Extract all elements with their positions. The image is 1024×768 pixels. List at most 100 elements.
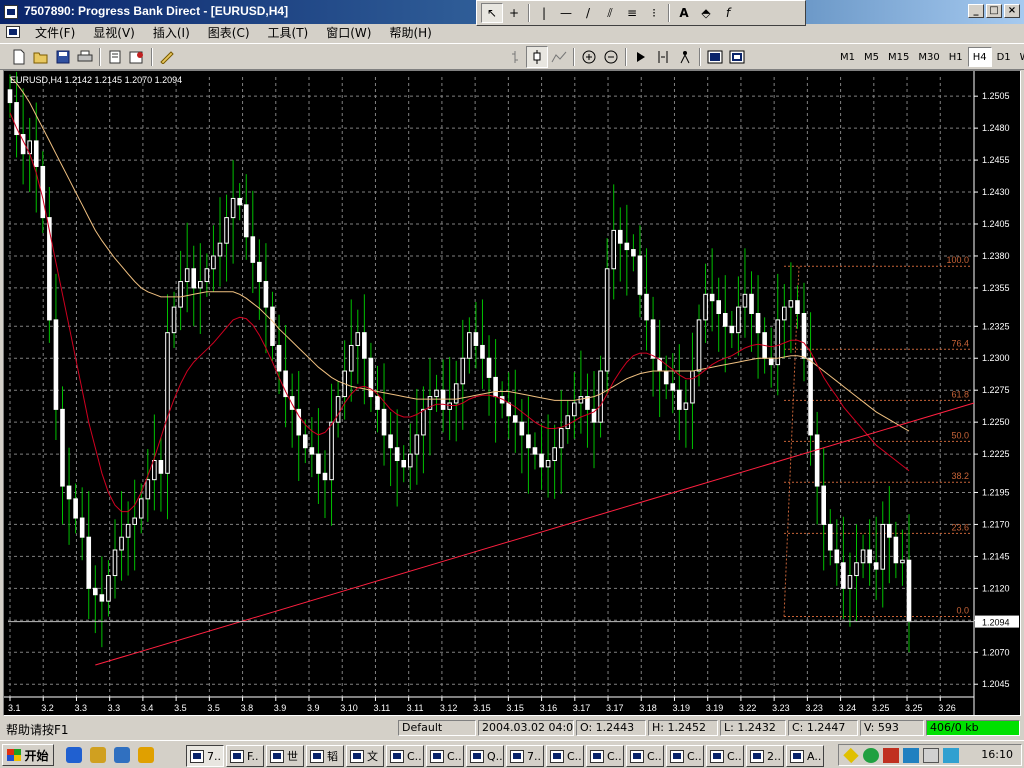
- taskbar-button[interactable]: C..: [666, 745, 704, 767]
- timeframe-m1[interactable]: M1: [836, 47, 859, 67]
- timeframe-m5[interactable]: M5: [860, 47, 883, 67]
- candlestick-chart-icon[interactable]: [526, 46, 548, 68]
- bar-chart-icon[interactable]: [504, 46, 526, 68]
- chart-canvas[interactable]: 100.0 76.4 61.8 50.0 38.2 23.6 0.0 1.2505 1.248…: [4, 71, 1020, 715]
- timeframe-m15[interactable]: M15: [884, 47, 913, 67]
- time-tick-label: 3.8: [241, 703, 254, 713]
- vertical-line-icon[interactable]: |: [533, 3, 555, 23]
- expert-advisor-icon[interactable]: [156, 46, 178, 68]
- candle-body: [565, 415, 571, 430]
- menu-insert[interactable]: 插入(I): [144, 24, 199, 41]
- menu-view[interactable]: 显视(V): [84, 24, 144, 41]
- menu-tools[interactable]: 工具(T): [259, 24, 318, 41]
- network-icon[interactable]: [843, 747, 859, 764]
- gann-icon[interactable]: ⁝: [643, 3, 665, 23]
- outlook-icon[interactable]: [114, 747, 130, 763]
- maximize-button[interactable]: □: [986, 4, 1002, 18]
- print-preview-icon[interactable]: [104, 46, 126, 68]
- document-icon[interactable]: [6, 26, 20, 38]
- candle-body: [355, 332, 361, 346]
- price-tick-label: 1.2455: [982, 155, 1010, 165]
- window-icon: [670, 749, 684, 763]
- print-icon[interactable]: [74, 46, 96, 68]
- start-button[interactable]: 开始: [2, 744, 54, 766]
- window-icon: [710, 749, 724, 763]
- taskbar-button[interactable]: C..: [546, 745, 584, 767]
- chat-icon[interactable]: [883, 748, 899, 763]
- taskbar-button[interactable]: Q..: [466, 745, 504, 767]
- ie-icon[interactable]: [66, 747, 82, 763]
- taskbar-button[interactable]: F..: [226, 745, 264, 767]
- auto-scroll-icon[interactable]: [652, 46, 674, 68]
- taskbar-button[interactable]: 世: [266, 745, 304, 767]
- fibonacci-icon[interactable]: ≡: [621, 3, 643, 23]
- timeframe-d1[interactable]: D1: [993, 47, 1015, 67]
- candle-body: [66, 485, 72, 500]
- taskbar-button[interactable]: C..: [626, 745, 664, 767]
- arrow-label-icon[interactable]: ⬘: [695, 3, 717, 23]
- new-file-icon[interactable]: [8, 46, 30, 68]
- zoom-in-icon[interactable]: [578, 46, 600, 68]
- taskbar-button[interactable]: A..: [786, 745, 824, 767]
- app-icon[interactable]: [4, 5, 18, 19]
- price-tick-label: 1.2275: [982, 385, 1010, 395]
- menu-window[interactable]: 窗口(W): [317, 24, 380, 41]
- timeframe-h4[interactable]: H4: [967, 47, 992, 67]
- taskbar-button[interactable]: 7..: [186, 745, 224, 767]
- taskbar-button[interactable]: C..: [426, 745, 464, 767]
- candle-body: [47, 217, 52, 321]
- taskbar-button-label: A..: [807, 749, 822, 763]
- taskbar-button[interactable]: C..: [586, 745, 624, 767]
- menu-charts[interactable]: 图表(C): [199, 24, 259, 41]
- taskbar-button[interactable]: C..: [706, 745, 744, 767]
- templates-icon[interactable]: [726, 46, 748, 68]
- menu-help[interactable]: 帮助(H): [380, 24, 440, 41]
- candle-body: [138, 498, 144, 519]
- zoom-out-icon[interactable]: [600, 46, 622, 68]
- menu-file[interactable]: 文件(F): [26, 24, 84, 41]
- line-chart-icon[interactable]: [548, 46, 570, 68]
- price-chart[interactable]: 100.0 76.4 61.8 50.0 38.2 23.6 0.0 1.2505 1.248…: [3, 70, 1021, 716]
- taskbar-button[interactable]: C..: [386, 745, 424, 767]
- profile-field[interactable]: Default: [398, 720, 476, 736]
- taskbar-button[interactable]: 文: [346, 745, 384, 767]
- quicklaunch-icon[interactable]: [138, 747, 154, 763]
- timeframe-w1[interactable]: W1: [1016, 47, 1024, 67]
- terminal-icon[interactable]: [943, 748, 959, 763]
- taskbar-button[interactable]: 7..: [506, 745, 544, 767]
- open-field: O: 1.2443: [576, 720, 646, 736]
- text-tool-icon[interactable]: A: [673, 3, 695, 23]
- antivirus-icon[interactable]: [863, 748, 879, 763]
- chart-shift-icon[interactable]: [630, 46, 652, 68]
- timeframe-h1[interactable]: H1: [945, 47, 967, 67]
- candle-body: [887, 523, 892, 538]
- period-icon[interactable]: [704, 46, 726, 68]
- file-tools: [8, 46, 178, 68]
- close-button[interactable]: ×: [1004, 4, 1020, 18]
- timeframe-m30[interactable]: M30: [914, 47, 943, 67]
- main-toolbar: M1 M5 M15 M30 H1 H4 D1 W1: [0, 43, 1024, 70]
- volume-icon[interactable]: [923, 748, 939, 763]
- datetime-field: 2004.03.02 04:00: [478, 720, 574, 736]
- properties-icon[interactable]: [126, 46, 148, 68]
- candle-body: [93, 587, 98, 596]
- candle-body: [736, 306, 741, 334]
- horizontal-line-icon[interactable]: —: [555, 3, 577, 23]
- folder-icon[interactable]: [90, 747, 106, 763]
- candle-body: [125, 523, 131, 538]
- indicators-list-icon[interactable]: [674, 46, 696, 68]
- monitor-icon[interactable]: [903, 748, 919, 763]
- open-folder-icon[interactable]: [30, 46, 52, 68]
- candle-body: [447, 402, 452, 410]
- crosshair-icon[interactable]: +: [503, 3, 525, 23]
- connection-status[interactable]: 406/0 kb: [926, 720, 1020, 736]
- taskbar-button[interactable]: 韬: [306, 745, 344, 767]
- trendline-icon[interactable]: /: [577, 3, 599, 23]
- taskbar-button-label: C..: [407, 749, 422, 763]
- save-icon[interactable]: [52, 46, 74, 68]
- cursor-icon[interactable]: ↖: [481, 3, 503, 23]
- channel-icon[interactable]: ⫽: [599, 3, 621, 23]
- minimize-button[interactable]: _: [968, 4, 984, 18]
- indicator-icon[interactable]: f: [717, 3, 739, 23]
- taskbar-button[interactable]: 2..: [746, 745, 784, 767]
